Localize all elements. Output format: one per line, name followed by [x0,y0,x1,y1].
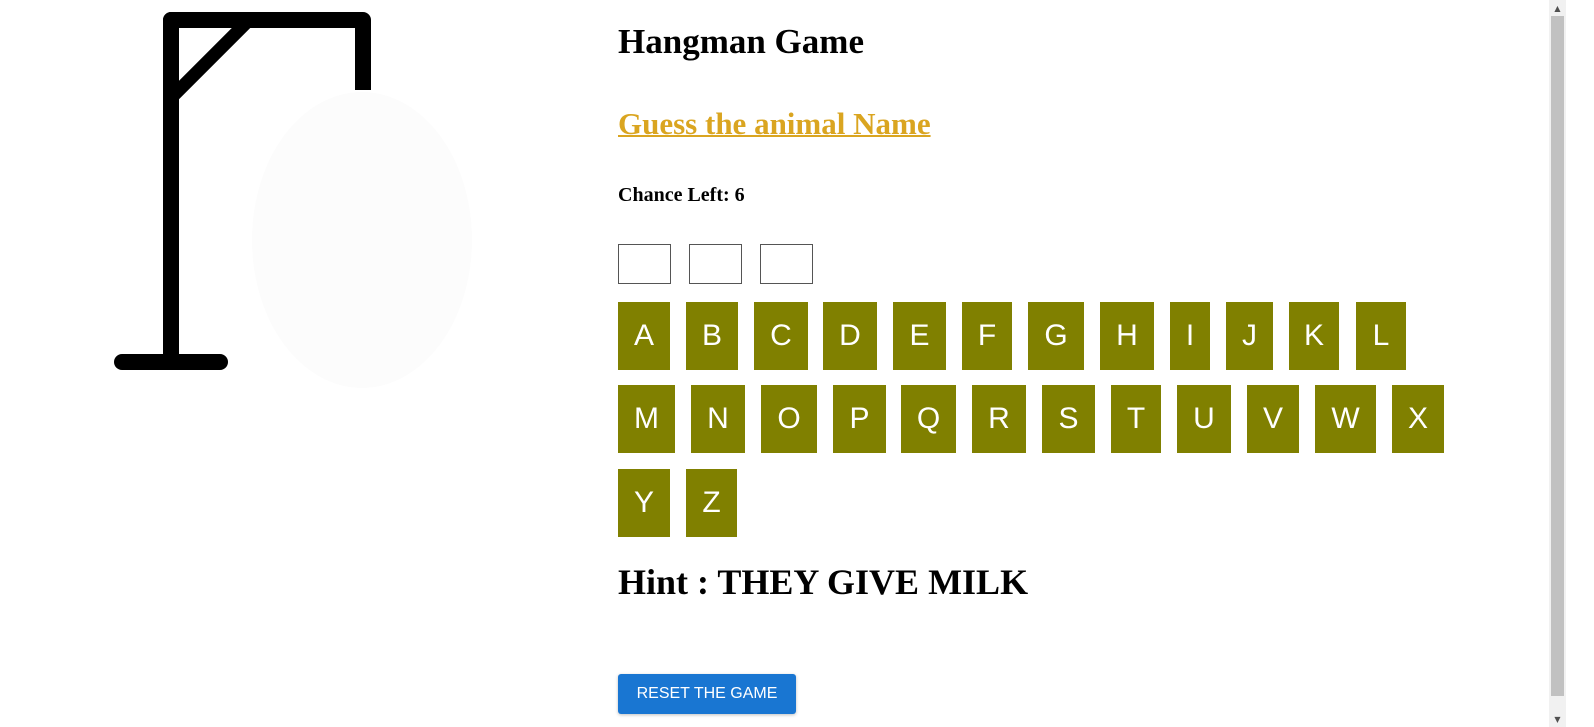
letter-key-r[interactable]: R [972,385,1026,453]
page-title: Hangman Game [618,22,864,61]
scroll-down-icon[interactable]: ▼ [1549,711,1566,727]
letter-key-x[interactable]: X [1392,385,1444,453]
head-placeholder [252,92,472,388]
chance-label: Chance Left: [618,184,735,206]
gallows-drawing [114,12,472,388]
chance-count: 6 [734,184,745,206]
letter-key-w[interactable]: W [1315,385,1376,453]
letter-key-b[interactable]: B [686,302,738,370]
scrollbar-thumb[interactable] [1551,16,1564,696]
letter-key-c[interactable]: C [754,302,808,370]
letter-key-d[interactable]: D [823,302,877,370]
letter-key-y[interactable]: Y [618,469,670,537]
hint-text: Hint : THEY GIVE MILK [618,561,1028,603]
gallows-brace [166,17,252,103]
reset-game-button[interactable]: RESET THE GAME [618,674,796,714]
letter-key-f[interactable]: F [962,302,1012,370]
letter-key-t[interactable]: T [1111,385,1161,453]
vertical-scrollbar[interactable]: ▲ ▼ [1549,0,1566,727]
letter-slot [689,244,742,284]
letter-key-i[interactable]: I [1170,302,1210,370]
letter-key-o[interactable]: O [761,385,817,453]
letter-key-a[interactable]: A [618,302,670,370]
letter-key-m[interactable]: M [618,385,675,453]
letter-key-q[interactable]: Q [901,385,956,453]
letter-key-g[interactable]: G [1028,302,1084,370]
chances-left-text: Chance Left: 6 [618,183,745,207]
letter-key-z[interactable]: Z [686,469,737,537]
letter-key-j[interactable]: J [1226,302,1273,370]
letter-key-v[interactable]: V [1247,385,1299,453]
letter-key-u[interactable]: U [1177,385,1231,453]
letter-key-l[interactable]: L [1356,302,1406,370]
letter-key-k[interactable]: K [1289,302,1339,370]
letter-key-n[interactable]: N [691,385,745,453]
letter-key-h[interactable]: H [1100,302,1154,370]
letter-key-p[interactable]: P [833,385,886,453]
letter-slot [760,244,813,284]
hint-value: THEY GIVE MILK [717,562,1029,602]
letter-slot [618,244,671,284]
letter-key-e[interactable]: E [893,302,946,370]
hint-label: Hint : [618,562,718,602]
category-subtitle[interactable]: Guess the animal Name [618,104,931,144]
letter-key-s[interactable]: S [1042,385,1095,453]
scroll-up-icon[interactable]: ▲ [1549,0,1566,16]
